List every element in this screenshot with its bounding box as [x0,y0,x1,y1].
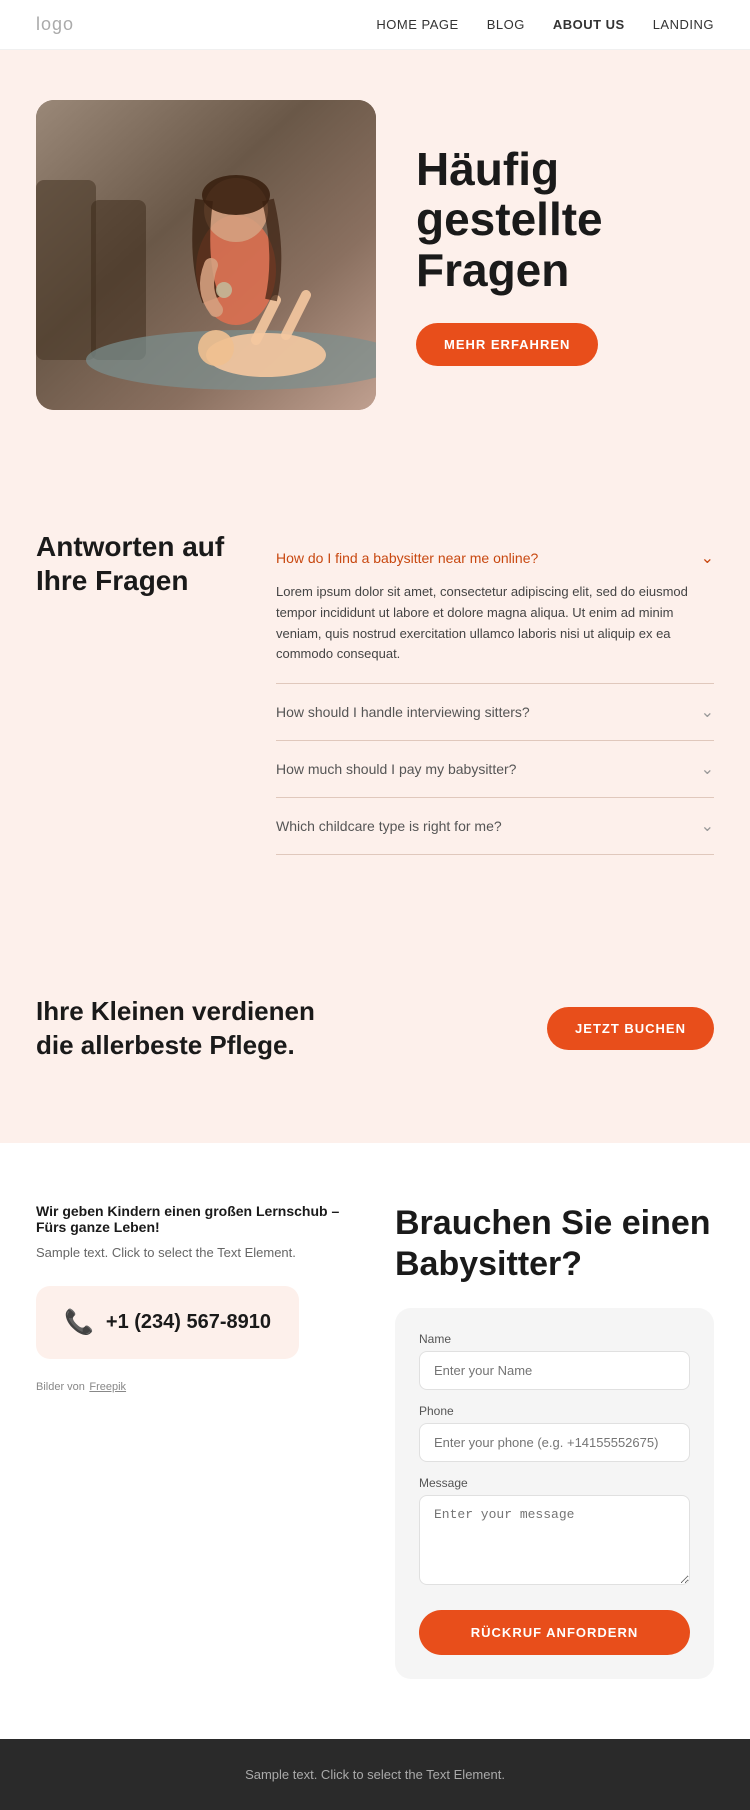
faq-chevron-1: ⌄ [701,548,714,568]
cta-title: Ihre Kleinen verdienen die allerbeste Pf… [36,995,356,1063]
message-label: Message [419,1476,690,1490]
faq-chevron-2: ⌄ [701,702,714,722]
faq-question-2: How should I handle interviewing sitters… [276,704,530,720]
nav-landing[interactable]: LANDING [653,17,714,32]
freepik-credit: Bilder von Freepik [36,1377,355,1395]
faq-question-4: Which childcare type is right for me? [276,818,502,834]
name-label: Name [419,1332,690,1346]
faq-question-1: How do I find a babysitter near me onlin… [276,550,538,566]
faq-section: Antworten auf Ihre Fragen How do I find … [0,470,750,935]
faq-chevron-3: ⌄ [701,759,714,779]
footer-text: Sample text. Click to select the Text El… [245,1767,505,1782]
message-group: Message [419,1476,690,1590]
faq-item-3-header[interactable]: How much should I pay my babysitter? ⌄ [276,759,714,779]
contact-section: Wir geben Kindern einen großen Lernschub… [0,1143,750,1740]
nav-about[interactable]: ABOUT US [553,17,625,32]
faq-item-4: Which childcare type is right for me? ⌄ [276,798,714,855]
nav-links: HOME PAGE BLOG ABOUT US LANDING [376,17,714,32]
faq-item-2-header[interactable]: How should I handle interviewing sitters… [276,702,714,722]
nav-blog[interactable]: BLOG [487,17,525,32]
phone-card[interactable]: 📞 +1 (234) 567-8910 [36,1286,299,1359]
faq-left: Antworten auf Ihre Fragen [36,530,236,855]
footer: Sample text. Click to select the Text El… [0,1739,750,1810]
faq-item-4-header[interactable]: Which childcare type is right for me? ⌄ [276,816,714,836]
cta-book-button[interactable]: JETZT BUCHEN [547,1007,714,1050]
contact-subtext: Sample text. Click to select the Text El… [36,1243,355,1263]
hero-image [36,100,376,410]
submit-button[interactable]: RÜCKRUF ANFORDERN [419,1610,690,1655]
faq-item-1: How do I find a babysitter near me onlin… [276,530,714,684]
contact-right: Brauchen Sie einen Babysitter? Name Phon… [395,1203,714,1680]
faq-chevron-4: ⌄ [701,816,714,836]
navbar: logo HOME PAGE BLOG ABOUT US LANDING [0,0,750,50]
logo: logo [36,14,74,35]
phone-icon: 📞 [64,1308,94,1337]
faq-left-title: Antworten auf Ihre Fragen [36,530,236,597]
hero-cta-button[interactable]: MEHR ERFAHREN [416,323,598,366]
phone-number: +1 (234) 567-8910 [106,1311,271,1334]
faq-item-1-header[interactable]: How do I find a babysitter near me onlin… [276,548,714,568]
contact-left: Wir geben Kindern einen großen Lernschub… [36,1203,355,1396]
contact-title: Brauchen Sie einen Babysitter? [395,1203,714,1285]
faq-question-3: How much should I pay my babysitter? [276,761,516,777]
hero-text: Häufig gestellte Fragen MEHR ERFAHREN [416,144,714,367]
faq-item-3: How much should I pay my babysitter? ⌄ [276,741,714,798]
phone-label: Phone [419,1404,690,1418]
faq-answer-1: Lorem ipsum dolor sit amet, consectetur … [276,582,714,665]
contact-form-card: Name Phone Message RÜCKRUF ANFORDERN [395,1308,714,1679]
faq-item-2: How should I handle interviewing sitters… [276,684,714,741]
phone-group: Phone [419,1404,690,1462]
hero-title: Häufig gestellte Fragen [416,144,714,296]
freepik-text: Bilder von [36,1381,85,1393]
name-input[interactable] [419,1351,690,1390]
freepik-link[interactable]: Freepik [89,1381,126,1393]
faq-items: How do I find a babysitter near me onlin… [276,530,714,855]
cta-section: Ihre Kleinen verdienen die allerbeste Pf… [0,935,750,1143]
nav-home[interactable]: HOME PAGE [376,17,458,32]
name-group: Name [419,1332,690,1390]
contact-heading: Wir geben Kindern einen großen Lernschub… [36,1203,355,1235]
message-textarea[interactable] [419,1495,690,1585]
hero-section: Häufig gestellte Fragen MEHR ERFAHREN [0,50,750,470]
phone-input[interactable] [419,1423,690,1462]
